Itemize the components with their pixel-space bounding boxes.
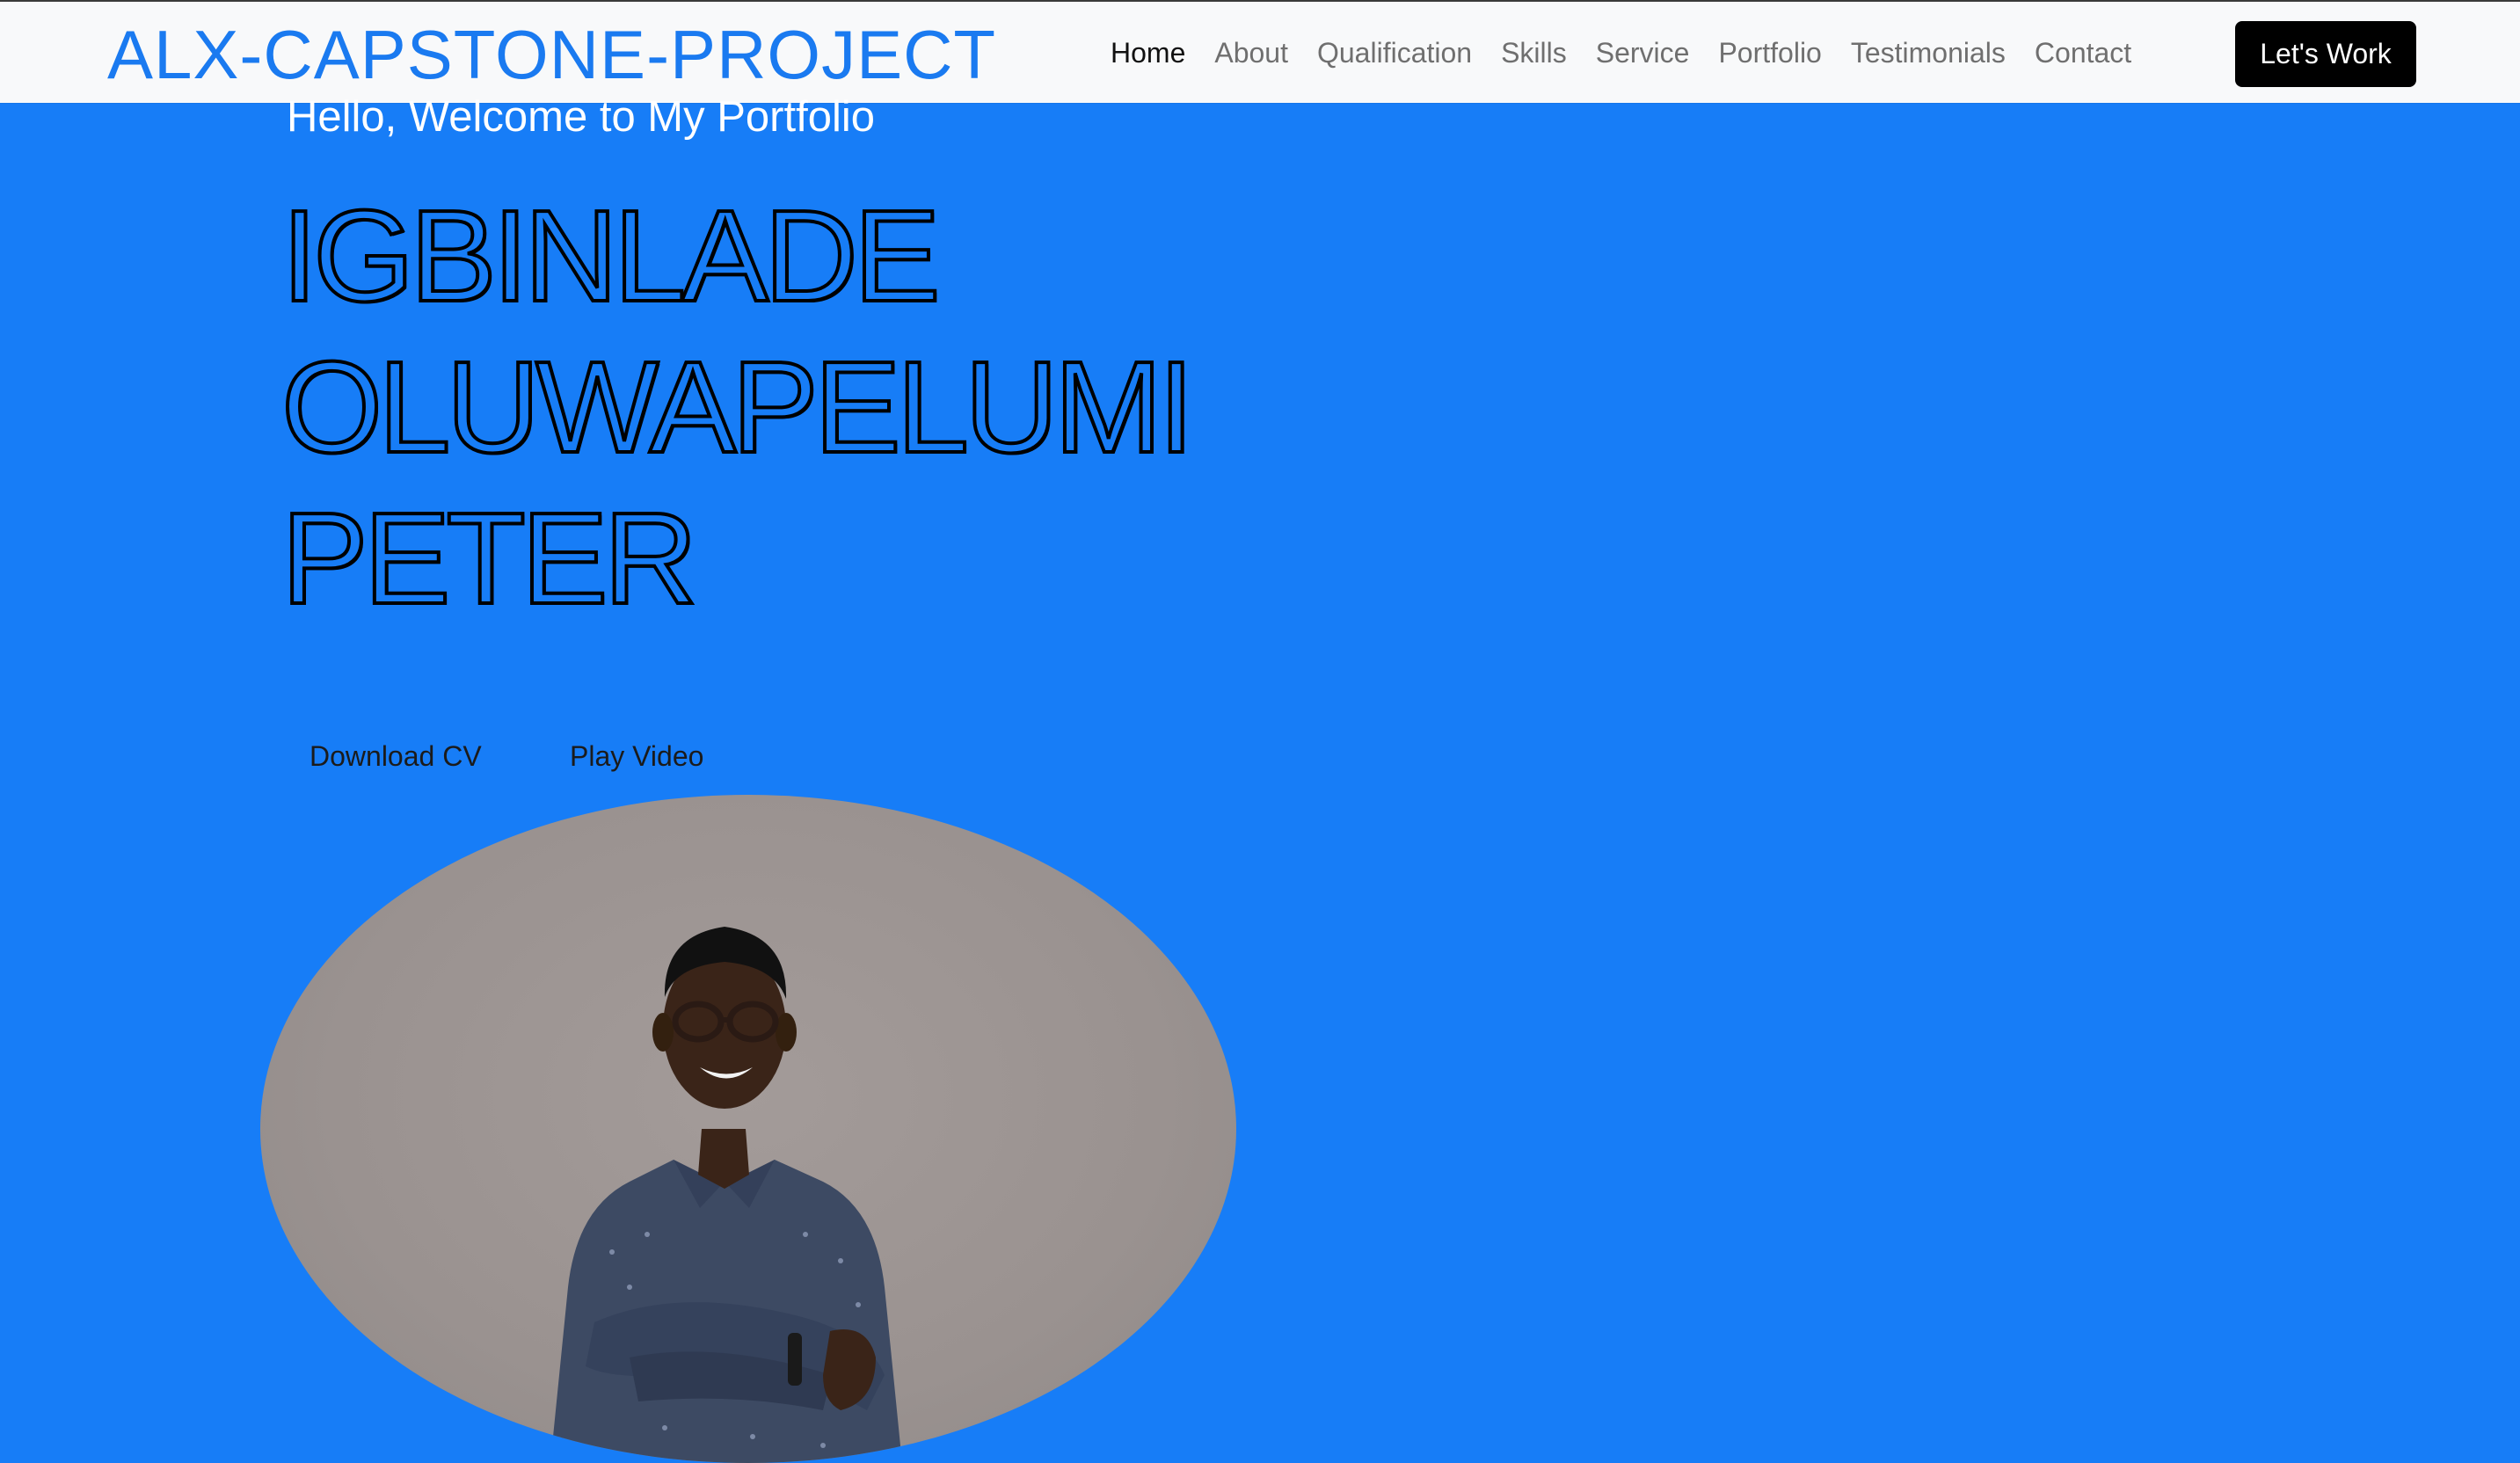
download-cv-button[interactable]: Download CV [310,739,482,774]
top-navbar: ALX-CAPSTONE-PROJECT Home About Qualific… [0,0,2520,103]
hero-greeting: Hello, Welcome to My Portfolio [287,93,875,141]
brand-logo[interactable]: ALX-CAPSTONE-PROJECT [107,12,996,97]
nav-link-skills[interactable]: Skills [1501,37,1567,69]
hero-name: IGBINLADE OLUWAPELUMI PETER [280,181,1196,635]
hero-name-line-1: IGBINLADE [280,182,943,331]
nav-link-home[interactable]: Home [1111,37,1185,69]
play-video-button[interactable]: Play Video [570,739,703,774]
profile-photo [260,795,1236,1463]
nav-link-service[interactable]: Service [1596,37,1690,69]
profile-photo-illustration [550,927,902,1463]
lets-work-button[interactable]: Let's Work [2235,21,2416,87]
nav-link-about[interactable]: About [1214,37,1288,69]
nav-link-portfolio[interactable]: Portfolio [1718,37,1821,69]
hero-name-line-3: PETER [280,484,699,633]
nav-links: Home About Qualification Skills Service … [1111,2,2160,105]
nav-link-testimonials[interactable]: Testimonials [1851,37,2006,69]
nav-link-contact[interactable]: Contact [2035,37,2131,69]
nav-link-qualification[interactable]: Qualification [1317,37,1472,69]
hero-name-line-2: OLUWAPELUMI [280,333,1196,482]
